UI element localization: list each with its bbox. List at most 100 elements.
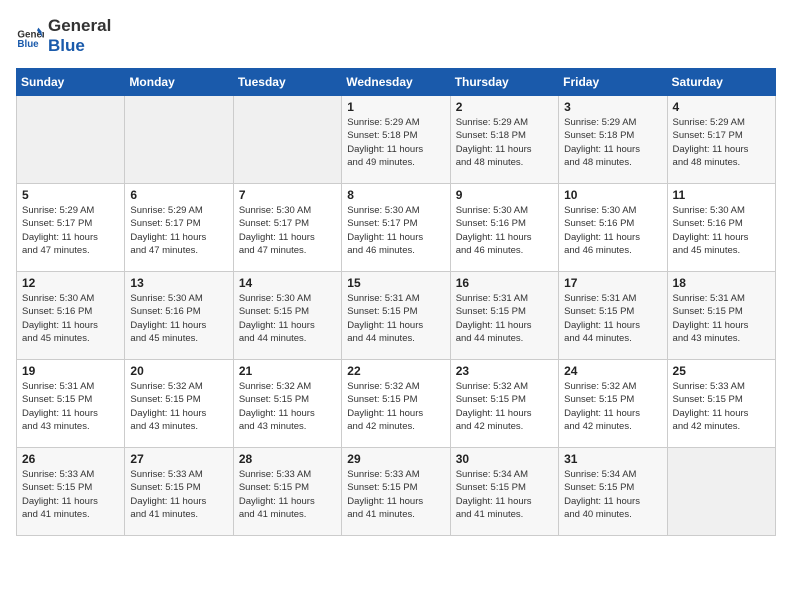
calendar-week-row: 19Sunrise: 5:31 AM Sunset: 5:15 PM Dayli… [17, 360, 776, 448]
calendar-cell [125, 96, 233, 184]
day-number: 29 [347, 452, 444, 466]
day-info: Sunrise: 5:29 AM Sunset: 5:17 PM Dayligh… [130, 204, 227, 257]
calendar-cell: 25 Sunrise: 5:33 AM Sunset: 5:15 PM Dayli… [667, 360, 775, 448]
day-number: 1 [347, 100, 444, 114]
calendar-cell: 19Sunrise: 5:31 AM Sunset: 5:15 PM Dayli… [17, 360, 125, 448]
day-number: 7 [239, 188, 336, 202]
day-number: 28 [239, 452, 336, 466]
day-info: Sunrise: 5:32 AM Sunset: 5:15 PM Dayligh… [347, 380, 444, 433]
calendar-cell: 10 Sunrise: 5:30 AM Sunset: 5:16 PM Dayli… [559, 184, 667, 272]
calendar-cell: 3 Sunrise: 5:29 AM Sunset: 5:18 PM Daylig… [559, 96, 667, 184]
weekday-header-friday: Friday [559, 69, 667, 96]
day-info: Sunrise: 5:30 AM Sunset: 5:17 PM Dayligh… [239, 204, 336, 257]
day-info: Sunrise: 5:29 AM Sunset: 5:18 PM Dayligh… [564, 116, 661, 169]
day-info: Sunrise: 5:32 AM Sunset: 5:15 PM Dayligh… [564, 380, 661, 433]
calendar-week-row: 5 Sunrise: 5:29 AM Sunset: 5:17 PM Daylig… [17, 184, 776, 272]
day-number: 27 [130, 452, 227, 466]
day-info: Sunrise: 5:31 AM Sunset: 5:15 PM Dayligh… [456, 292, 553, 345]
calendar-cell: 30Sunrise: 5:34 AM Sunset: 5:15 PM Dayli… [450, 448, 558, 536]
weekday-header-wednesday: Wednesday [342, 69, 450, 96]
day-info: Sunrise: 5:29 AM Sunset: 5:18 PM Dayligh… [456, 116, 553, 169]
day-info: Sunrise: 5:33 AM Sunset: 5:15 PM Dayligh… [239, 468, 336, 521]
logo-general-text: General [48, 16, 111, 35]
calendar-cell: 15 Sunrise: 5:31 AM Sunset: 5:15 PM Dayli… [342, 272, 450, 360]
day-number: 11 [673, 188, 770, 202]
day-number: 31 [564, 452, 661, 466]
day-info: Sunrise: 5:32 AM Sunset: 5:15 PM Dayligh… [456, 380, 553, 433]
calendar-week-row: 12 Sunrise: 5:30 AM Sunset: 5:16 PM Dayli… [17, 272, 776, 360]
logo-blue-text: Blue [48, 36, 85, 55]
calendar-cell: 11Sunrise: 5:30 AM Sunset: 5:16 PM Dayli… [667, 184, 775, 272]
day-number: 2 [456, 100, 553, 114]
day-number: 22 [347, 364, 444, 378]
calendar-cell [667, 448, 775, 536]
day-info: Sunrise: 5:34 AM Sunset: 5:15 PM Dayligh… [564, 468, 661, 521]
day-info: Sunrise: 5:34 AM Sunset: 5:15 PM Dayligh… [456, 468, 553, 521]
calendar-cell: 29 Sunrise: 5:33 AM Sunset: 5:15 PM Dayli… [342, 448, 450, 536]
calendar-table: SundayMondayTuesdayWednesdayThursdayFrid… [16, 68, 776, 536]
weekday-header-sunday: Sunday [17, 69, 125, 96]
day-number: 14 [239, 276, 336, 290]
page-header: General Blue General Blue [16, 16, 776, 56]
day-info: Sunrise: 5:31 AM Sunset: 5:15 PM Dayligh… [673, 292, 770, 345]
logo-icon: General Blue [16, 22, 44, 50]
calendar-cell: 20 Sunrise: 5:32 AM Sunset: 5:15 PM Dayli… [125, 360, 233, 448]
weekday-header-row: SundayMondayTuesdayWednesdayThursdayFrid… [17, 69, 776, 96]
day-number: 23 [456, 364, 553, 378]
day-number: 20 [130, 364, 227, 378]
day-number: 17 [564, 276, 661, 290]
day-number: 24 [564, 364, 661, 378]
weekday-header-monday: Monday [125, 69, 233, 96]
day-info: Sunrise: 5:31 AM Sunset: 5:15 PM Dayligh… [347, 292, 444, 345]
calendar-week-row: 1 Sunrise: 5:29 AM Sunset: 5:18 PM Daylig… [17, 96, 776, 184]
day-number: 21 [239, 364, 336, 378]
day-info: Sunrise: 5:32 AM Sunset: 5:15 PM Dayligh… [130, 380, 227, 433]
calendar-cell [233, 96, 341, 184]
day-number: 4 [673, 100, 770, 114]
calendar-cell: 28 Sunrise: 5:33 AM Sunset: 5:15 PM Dayli… [233, 448, 341, 536]
day-info: Sunrise: 5:31 AM Sunset: 5:15 PM Dayligh… [22, 380, 119, 433]
day-number: 6 [130, 188, 227, 202]
day-info: Sunrise: 5:31 AM Sunset: 5:15 PM Dayligh… [564, 292, 661, 345]
day-info: Sunrise: 5:29 AM Sunset: 5:17 PM Dayligh… [673, 116, 770, 169]
day-info: Sunrise: 5:32 AM Sunset: 5:15 PM Dayligh… [239, 380, 336, 433]
day-number: 12 [22, 276, 119, 290]
day-info: Sunrise: 5:30 AM Sunset: 5:16 PM Dayligh… [22, 292, 119, 345]
weekday-header-thursday: Thursday [450, 69, 558, 96]
calendar-cell: 5 Sunrise: 5:29 AM Sunset: 5:17 PM Daylig… [17, 184, 125, 272]
day-info: Sunrise: 5:29 AM Sunset: 5:17 PM Dayligh… [22, 204, 119, 257]
day-number: 25 [673, 364, 770, 378]
day-info: Sunrise: 5:33 AM Sunset: 5:15 PM Dayligh… [22, 468, 119, 521]
day-info: Sunrise: 5:33 AM Sunset: 5:15 PM Dayligh… [673, 380, 770, 433]
day-info: Sunrise: 5:30 AM Sunset: 5:16 PM Dayligh… [564, 204, 661, 257]
day-info: Sunrise: 5:30 AM Sunset: 5:16 PM Dayligh… [456, 204, 553, 257]
day-number: 10 [564, 188, 661, 202]
calendar-cell: 2 Sunrise: 5:29 AM Sunset: 5:18 PM Daylig… [450, 96, 558, 184]
calendar-cell: 18 Sunrise: 5:31 AM Sunset: 5:15 PM Dayli… [667, 272, 775, 360]
day-number: 26 [22, 452, 119, 466]
day-number: 8 [347, 188, 444, 202]
day-number: 5 [22, 188, 119, 202]
day-number: 3 [564, 100, 661, 114]
calendar-cell: 23 Sunrise: 5:32 AM Sunset: 5:15 PM Dayli… [450, 360, 558, 448]
calendar-cell: 26 Sunrise: 5:33 AM Sunset: 5:15 PM Dayli… [17, 448, 125, 536]
day-info: Sunrise: 5:30 AM Sunset: 5:15 PM Dayligh… [239, 292, 336, 345]
day-number: 16 [456, 276, 553, 290]
calendar-week-row: 26 Sunrise: 5:33 AM Sunset: 5:15 PM Dayli… [17, 448, 776, 536]
weekday-header-saturday: Saturday [667, 69, 775, 96]
day-info: Sunrise: 5:33 AM Sunset: 5:15 PM Dayligh… [347, 468, 444, 521]
day-number: 15 [347, 276, 444, 290]
day-number: 18 [673, 276, 770, 290]
day-info: Sunrise: 5:30 AM Sunset: 5:16 PM Dayligh… [130, 292, 227, 345]
calendar-cell: 27 Sunrise: 5:33 AM Sunset: 5:15 PM Dayli… [125, 448, 233, 536]
weekday-header-tuesday: Tuesday [233, 69, 341, 96]
day-info: Sunrise: 5:29 AM Sunset: 5:18 PM Dayligh… [347, 116, 444, 169]
calendar-cell: 14 Sunrise: 5:30 AM Sunset: 5:15 PM Dayli… [233, 272, 341, 360]
calendar-cell: 12 Sunrise: 5:30 AM Sunset: 5:16 PM Dayli… [17, 272, 125, 360]
day-info: Sunrise: 5:33 AM Sunset: 5:15 PM Dayligh… [130, 468, 227, 521]
day-number: 9 [456, 188, 553, 202]
calendar-cell [17, 96, 125, 184]
calendar-cell: 31 Sunrise: 5:34 AM Sunset: 5:15 PM Dayli… [559, 448, 667, 536]
calendar-cell: 13Sunrise: 5:30 AM Sunset: 5:16 PM Dayli… [125, 272, 233, 360]
svg-text:Blue: Blue [17, 39, 39, 50]
